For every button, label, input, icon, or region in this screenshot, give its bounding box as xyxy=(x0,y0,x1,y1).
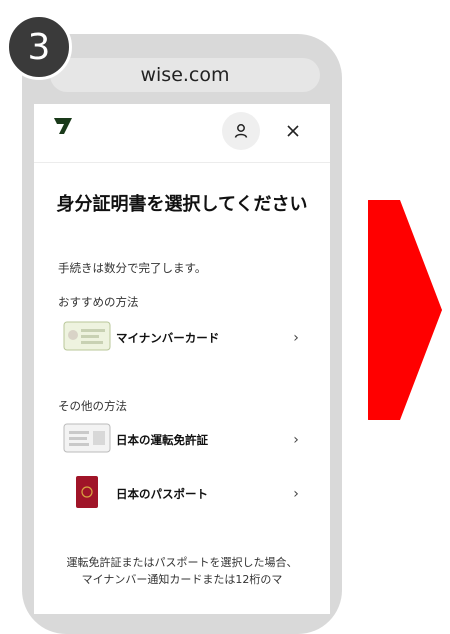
step-badge: 3 xyxy=(6,14,72,80)
chevron-right-icon: › xyxy=(293,330,299,346)
app-screen: 身分証明書を選択してください 手続きは数分で完了します。 おすすめの方法 マイナ… xyxy=(34,104,330,614)
my-number-card-icon xyxy=(63,321,111,355)
page-subtitle: 手続きは数分で完了します。 xyxy=(58,261,207,275)
next-arrow-icon xyxy=(368,200,442,420)
url-bar[interactable]: wise.com xyxy=(50,58,320,92)
passport-icon xyxy=(74,475,100,513)
close-icon[interactable] xyxy=(280,118,306,144)
chevron-right-icon: › xyxy=(293,432,299,448)
other-heading: その他の方法 xyxy=(58,399,127,413)
step-number: 3 xyxy=(27,26,51,68)
option-label: 日本の運転免許証 xyxy=(116,433,208,447)
drivers-license-icon xyxy=(63,423,111,457)
option-label: 日本のパスポート xyxy=(116,487,208,501)
info-note: 運転免許証またはパスポートを選択した場合、マイナンバー通知カードまたは12桁のマ xyxy=(66,556,298,586)
option-label: マイナンバーカード xyxy=(116,331,220,345)
recommended-heading: おすすめの方法 xyxy=(58,295,139,309)
wise-logo-icon[interactable] xyxy=(52,116,74,140)
option-passport[interactable]: 日本のパスポート › xyxy=(58,474,306,514)
url-text: wise.com xyxy=(140,64,230,86)
page-title: 身分証明書を選択してください xyxy=(56,194,308,215)
option-my-number-card[interactable]: マイナンバーカード › xyxy=(58,318,306,358)
user-icon[interactable] xyxy=(222,112,260,150)
chevron-right-icon: › xyxy=(293,486,299,502)
option-drivers-license[interactable]: 日本の運転免許証 › xyxy=(58,420,306,460)
app-header xyxy=(34,104,330,163)
